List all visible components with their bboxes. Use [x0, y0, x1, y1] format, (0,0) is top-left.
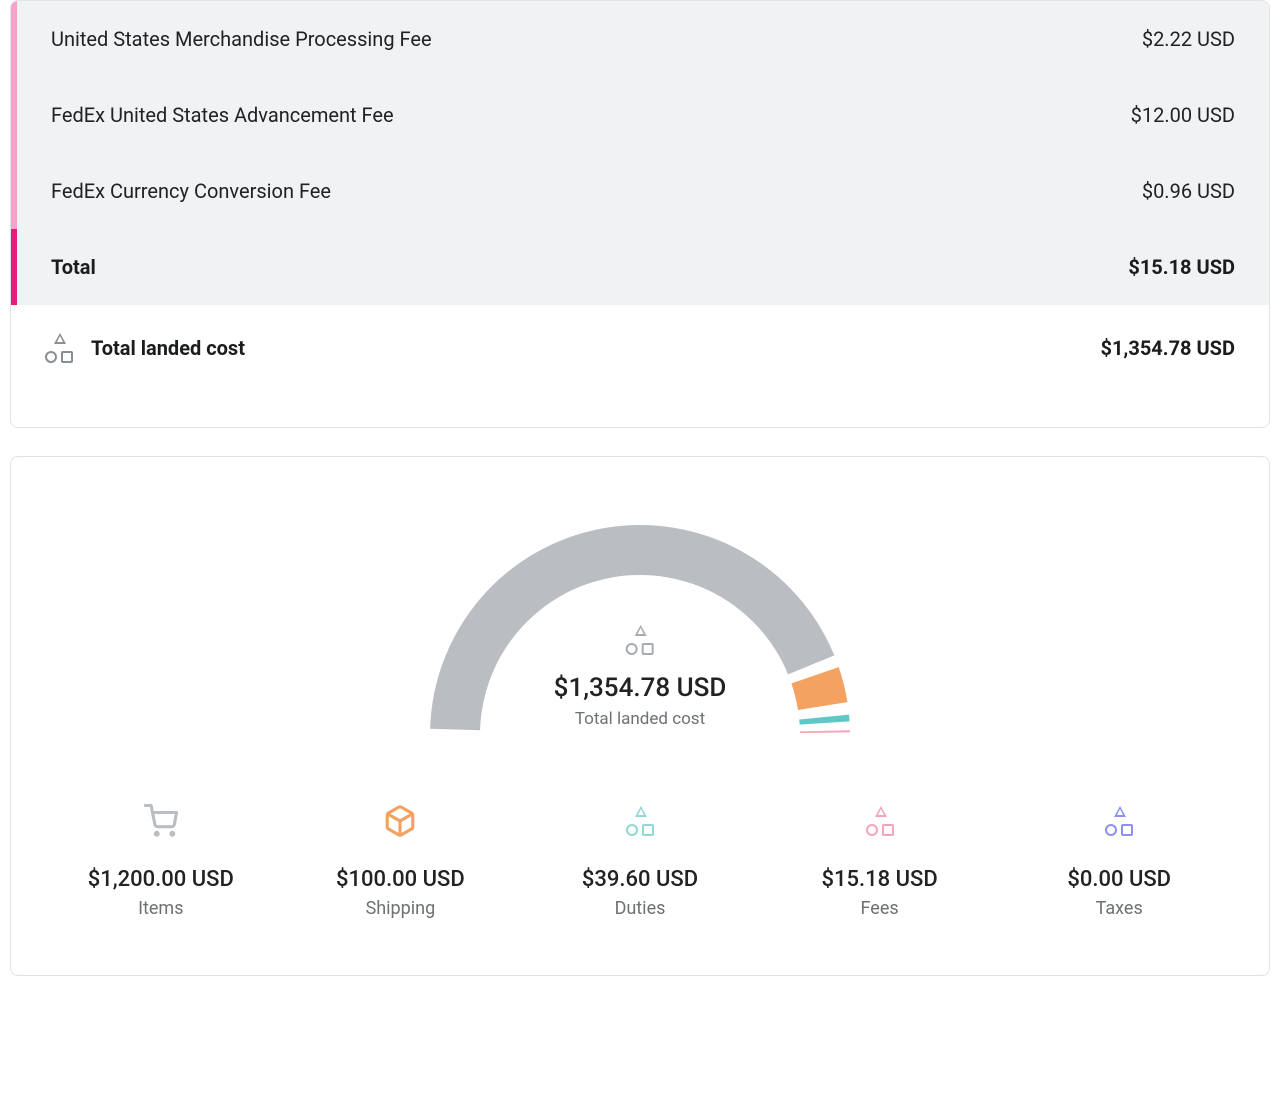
shapes-icon	[45, 333, 73, 363]
breakdown-label: Items	[47, 898, 275, 919]
breakdown-card: $1,354.78 USD Total landed cost $1,200.0…	[10, 456, 1270, 976]
breakdown-amount: $1,200.00 USD	[47, 867, 275, 892]
fee-value: $0.96 USD	[1142, 179, 1235, 203]
gauge-sublabel: Total landed cost	[554, 709, 727, 729]
breakdown-shipping: $100.00 USD Shipping	[287, 801, 515, 919]
total-landed-cost-row: Total landed cost $1,354.78 USD	[11, 305, 1269, 391]
fees-total-row: Total $15.18 USD	[11, 229, 1269, 305]
breakdown-amount: $39.60 USD	[526, 867, 754, 892]
breakdown-label: Taxes	[1005, 898, 1233, 919]
breakdown-taxes: $0.00 USD Taxes	[1005, 801, 1233, 919]
gauge-segment-shipping	[791, 667, 847, 710]
breakdown-amount: $100.00 USD	[287, 867, 515, 892]
fee-row: FedEx United States Advancement Fee $12.…	[17, 77, 1269, 153]
shapes-icon	[626, 806, 654, 836]
shapes-icon	[866, 806, 894, 836]
fees-list: United States Merchandise Processing Fee…	[11, 1, 1269, 229]
fee-label: FedEx United States Advancement Fee	[51, 103, 394, 127]
cart-icon	[144, 804, 178, 838]
fee-label: FedEx Currency Conversion Fee	[51, 179, 331, 203]
breakdown-fees: $15.18 USD Fees	[766, 801, 994, 919]
fee-label: United States Merchandise Processing Fee	[51, 27, 432, 51]
breakdown-items: $1,200.00 USD Items	[47, 801, 275, 919]
fees-total-label: Total	[51, 255, 96, 279]
breakdown-label: Duties	[526, 898, 754, 919]
box-icon	[383, 804, 417, 838]
total-landed-cost-value: $1,354.78 USD	[1100, 336, 1235, 360]
breakdown-duties: $39.60 USD Duties	[526, 801, 754, 919]
fee-value: $12.00 USD	[1131, 103, 1235, 127]
gauge-segment-fees	[800, 730, 850, 733]
fee-value: $2.22 USD	[1142, 27, 1235, 51]
shapes-icon	[626, 625, 654, 655]
fees-total-value: $15.18 USD	[1128, 255, 1235, 279]
gauge-amount: $1,354.78 USD	[554, 673, 727, 703]
total-landed-cost-label: Total landed cost	[91, 336, 245, 360]
breakdown-grid: $1,200.00 USD Items $100.00 USD Shipping…	[47, 801, 1233, 919]
shapes-icon	[1105, 806, 1133, 836]
breakdown-amount: $0.00 USD	[1005, 867, 1233, 892]
breakdown-label: Fees	[766, 898, 994, 919]
breakdown-amount: $15.18 USD	[766, 867, 994, 892]
landed-cost-gauge: $1,354.78 USD Total landed cost	[400, 505, 880, 745]
breakdown-label: Shipping	[287, 898, 515, 919]
fees-card: United States Merchandise Processing Fee…	[10, 0, 1270, 428]
fee-row: United States Merchandise Processing Fee…	[17, 1, 1269, 77]
gauge-segment-duties	[799, 715, 849, 725]
fee-row: FedEx Currency Conversion Fee $0.96 USD	[17, 153, 1269, 229]
